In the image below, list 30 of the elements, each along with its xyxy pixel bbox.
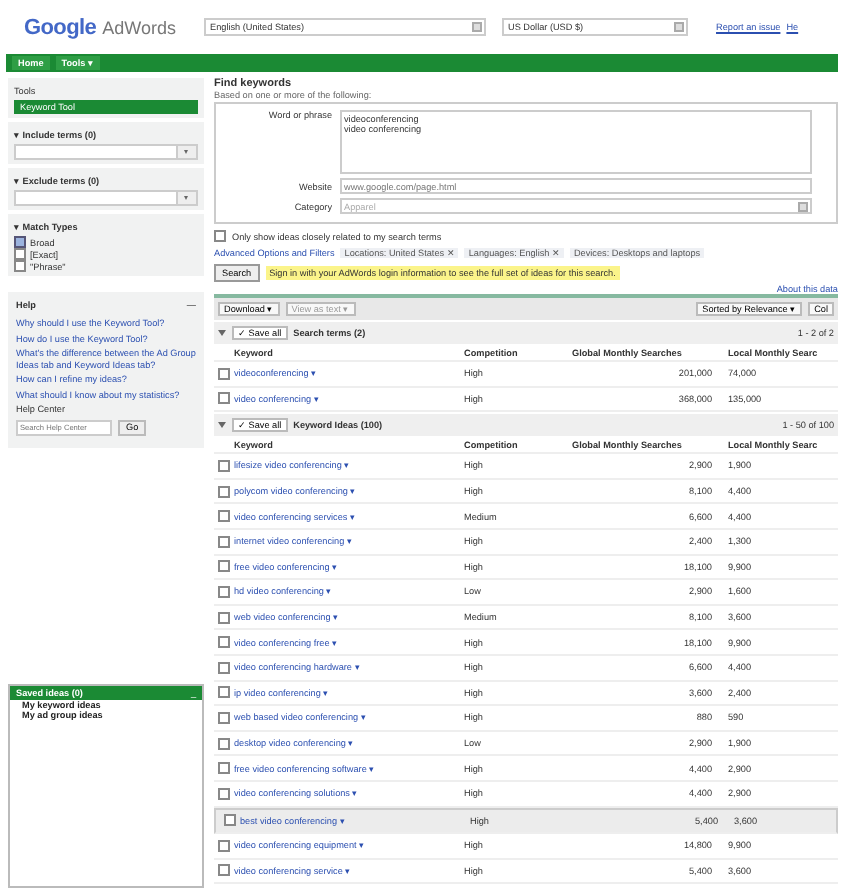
checkbox[interactable] <box>14 248 26 260</box>
checkbox[interactable] <box>218 367 230 380</box>
collapse-icon[interactable] <box>218 330 226 336</box>
checkbox[interactable] <box>218 560 230 573</box>
checkbox[interactable] <box>218 787 230 800</box>
checkbox[interactable] <box>218 686 230 699</box>
checkbox[interactable] <box>214 230 226 242</box>
checkbox[interactable] <box>218 535 230 548</box>
collapse-icon[interactable] <box>218 422 226 429</box>
checkbox[interactable] <box>218 839 230 852</box>
checkbox[interactable] <box>218 485 230 498</box>
checkbox[interactable] <box>218 636 230 649</box>
checkbox[interactable] <box>224 814 236 827</box>
checkbox[interactable] <box>218 711 230 724</box>
dropdown-icon[interactable] <box>176 192 196 204</box>
checkbox[interactable] <box>218 510 230 523</box>
checkbox[interactable] <box>218 864 230 877</box>
dropdown-icon[interactable] <box>176 146 196 158</box>
checkbox[interactable] <box>218 762 230 775</box>
checkbox[interactable] <box>14 236 26 248</box>
checkbox[interactable] <box>218 585 230 598</box>
checkbox[interactable] <box>218 737 230 750</box>
logo: Google AdWords <box>24 15 177 39</box>
checkbox[interactable] <box>218 392 230 405</box>
checkbox[interactable] <box>218 661 230 674</box>
checkbox[interactable] <box>218 459 230 472</box>
exclude-field[interactable] <box>14 190 198 206</box>
checkbox[interactable] <box>218 611 230 624</box>
include-field[interactable] <box>14 144 198 160</box>
checkbox[interactable] <box>14 260 26 272</box>
